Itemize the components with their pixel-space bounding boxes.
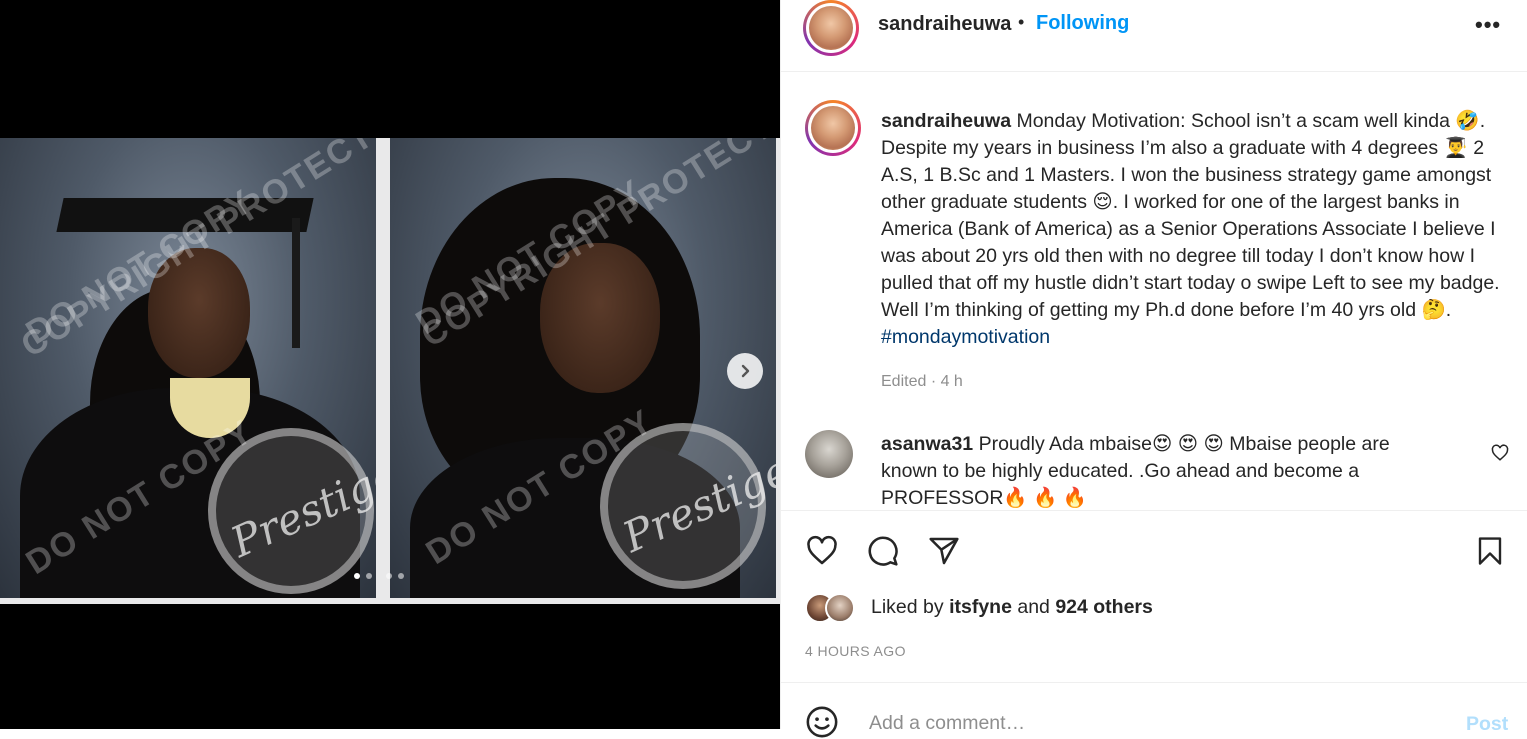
comment-icon[interactable] <box>866 535 900 567</box>
carousel-dot[interactable] <box>386 573 392 579</box>
face <box>540 243 660 393</box>
carousel-dot[interactable] <box>366 573 372 579</box>
post-media: Prestige COPYRIGHT PROTECTED DO NOT COPY… <box>0 0 780 729</box>
avatar[interactable] <box>803 0 859 56</box>
header-username[interactable]: sandraiheuwa <box>878 13 1011 36</box>
comment-item: asanwa31 Proudly Ada mbaise😍 😍 😍 Mbaise … <box>881 431 1441 509</box>
action-bar <box>781 510 1527 591</box>
post-button[interactable]: Post <box>1466 713 1508 736</box>
separator-dot: • <box>1018 12 1025 32</box>
graduation-portrait-left: Prestige COPYRIGHT PROTECTED DO NOT COPY… <box>0 138 376 598</box>
edited-timestamp: Edited · 4 h <box>881 373 963 390</box>
likes-count-link[interactable]: 924 others <box>1055 596 1153 618</box>
post-details-panel: sandraiheuwa • Following ••• sandraiheuw… <box>780 0 1527 738</box>
comment-avatar[interactable] <box>805 430 853 478</box>
liker-avatar[interactable] <box>825 593 855 623</box>
photo-strip: Prestige COPYRIGHT PROTECTED DO NOT COPY… <box>0 138 780 604</box>
caption-username[interactable]: sandraiheuwa <box>881 110 1011 132</box>
carousel-dot[interactable] <box>398 573 404 579</box>
likes-text: Liked by itsfyne and 924 others <box>871 596 1153 618</box>
carousel-dot[interactable] <box>354 573 360 579</box>
heart-icon[interactable] <box>805 535 839 567</box>
carousel-indicator <box>354 573 404 579</box>
post-timestamp: 4 HOURS AGO <box>805 643 906 659</box>
prestige-seal: Prestige <box>208 428 376 594</box>
chevron-right-icon <box>741 364 750 378</box>
emoji-icon[interactable] <box>805 705 839 739</box>
caption-avatar[interactable] <box>805 100 861 156</box>
graduation-portrait-right: Prestige COPYRIGHT PROTECTED DO NOT COPY… <box>390 138 776 598</box>
tassel <box>292 218 300 348</box>
graduation-cap <box>56 198 314 232</box>
post-header: sandraiheuwa • Following ••• <box>781 0 1527 72</box>
bookmark-icon[interactable] <box>1475 535 1505 567</box>
liker-username[interactable]: itsfyne <box>949 596 1012 618</box>
comment-input[interactable] <box>867 711 1431 736</box>
share-icon[interactable] <box>927 535 961 567</box>
prestige-seal: Prestige <box>600 423 776 589</box>
add-comment-bar: Post <box>781 682 1527 738</box>
more-icon[interactable]: ••• <box>1475 12 1501 38</box>
face-front <box>148 248 250 378</box>
next-slide-button[interactable] <box>727 353 763 389</box>
post-caption: sandraiheuwa Monday Motivation: School i… <box>881 108 1511 351</box>
caption-text: Monday Motivation: School isn’t a scam w… <box>881 110 1500 321</box>
comment-username[interactable]: asanwa31 <box>881 433 973 455</box>
heart-icon[interactable] <box>1491 444 1509 462</box>
hashtag-link[interactable]: #mondaymotivation <box>881 326 1050 348</box>
following-button[interactable]: Following <box>1036 12 1129 35</box>
